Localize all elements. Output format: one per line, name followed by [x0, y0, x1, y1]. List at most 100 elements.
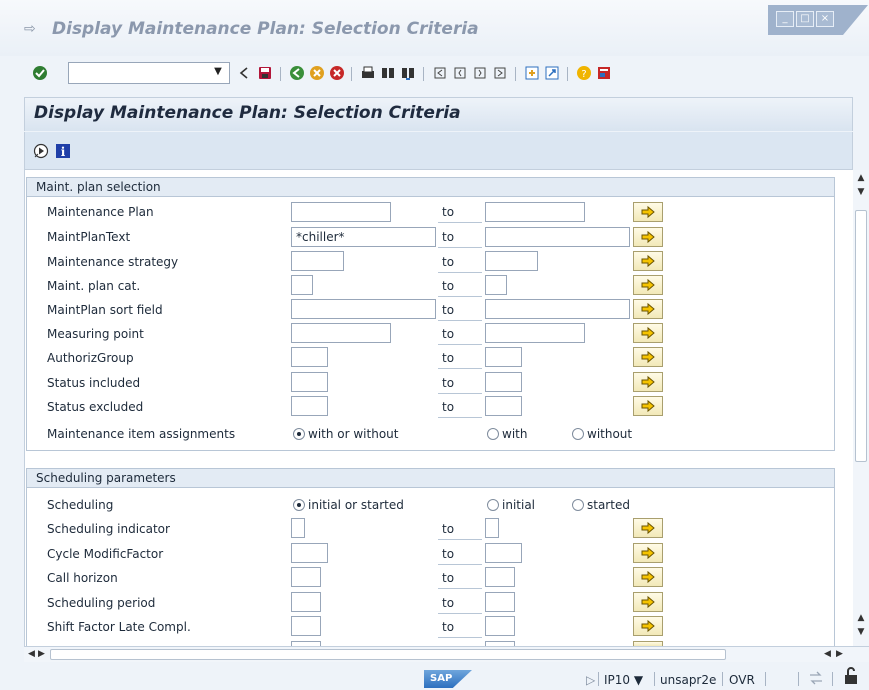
maint-plan-cat-high-input[interactable]	[485, 275, 507, 295]
scheduling-indicator-low-input[interactable]	[291, 518, 305, 538]
exit-icon[interactable]	[309, 65, 325, 81]
maintenance-plan-high-input[interactable]	[485, 202, 585, 222]
scroll-left-icon[interactable]: ◀	[28, 649, 35, 659]
previous-page-icon[interactable]	[452, 65, 468, 81]
first-page-icon[interactable]	[432, 65, 448, 81]
scroll-right-icon[interactable]: ▶	[836, 649, 843, 659]
scroll-up-icon[interactable]: ▲	[856, 174, 866, 183]
multiple-selection-button[interactable]	[633, 567, 663, 587]
status-toggle-icon[interactable]: ▷	[586, 673, 595, 687]
create-session-icon[interactable]	[524, 65, 540, 81]
arrow-right-icon	[641, 302, 655, 316]
multiple-selection-button[interactable]	[633, 616, 663, 636]
multiple-selection-button[interactable]	[633, 251, 663, 271]
execute-icon[interactable]	[33, 143, 49, 159]
radio-started[interactable]: started	[572, 497, 630, 513]
multiple-selection-button[interactable]	[633, 543, 663, 563]
status-included-high-input[interactable]	[485, 372, 522, 392]
maint-plan-text-high-input[interactable]	[485, 227, 630, 247]
multiple-selection-button[interactable]	[633, 347, 663, 367]
scheduling-period-high-input[interactable]	[485, 592, 515, 612]
horizontal-scrollbar[interactable]: ◀ ▶ ◀ ▶	[24, 646, 869, 662]
radio-initial[interactable]: initial	[487, 497, 535, 513]
cancel-icon[interactable]	[329, 65, 345, 81]
measuring-point-high-input[interactable]	[485, 323, 585, 343]
maint-plan-text-low-input[interactable]: *chiller*	[291, 227, 436, 247]
find-icon[interactable]	[380, 65, 396, 81]
cycle-modific-factor-low-input[interactable]	[291, 543, 328, 563]
scheduling-period-low-input[interactable]	[291, 592, 321, 612]
horizontal-scroll-thumb[interactable]	[50, 649, 726, 660]
status-excluded-low-input[interactable]	[291, 396, 328, 416]
insert-mode[interactable]: OVR	[729, 673, 755, 687]
maint-plan-cat-low-input[interactable]	[291, 275, 313, 295]
vertical-scrollbar[interactable]: ▲ ▼ ▲ ▼	[853, 170, 869, 646]
maintenance-plan-low-input[interactable]	[291, 202, 391, 222]
radio-without[interactable]: without	[572, 426, 632, 442]
help-icon[interactable]: ?	[576, 65, 592, 81]
window-menu-icon[interactable]: ⇨	[24, 22, 40, 36]
maint-plan-sort-field-high-input[interactable]	[485, 299, 630, 319]
authoriz-group-high-input[interactable]	[485, 347, 522, 367]
arrow-right-icon	[641, 546, 655, 560]
close-button[interactable]: ×	[816, 11, 834, 27]
to-label: to	[442, 279, 455, 293]
system-info[interactable]: IP10 ▼	[604, 673, 643, 687]
next-page-icon[interactable]	[472, 65, 488, 81]
radio-initial-or-started[interactable]: initial or started	[293, 497, 404, 513]
scroll-right-icon[interactable]: ▶	[38, 649, 45, 659]
shift-factor-late-compl-high-input[interactable]	[485, 616, 515, 636]
command-field[interactable]	[68, 62, 230, 84]
window-title: Display Maintenance Plan: Selection Crit…	[52, 19, 479, 39]
row-label: MaintPlanText	[47, 230, 131, 244]
minimize-button[interactable]: _	[776, 11, 794, 27]
connection-icon[interactable]	[808, 671, 824, 685]
scroll-left-icon[interactable]: ◀	[824, 649, 831, 659]
multiple-selection-button[interactable]	[633, 227, 663, 247]
back-nav-icon[interactable]	[236, 65, 252, 81]
multiple-selection-button[interactable]	[633, 299, 663, 319]
command-history-dropdown[interactable]: ▼	[212, 66, 224, 78]
radio-with[interactable]: with	[487, 426, 527, 442]
cycle-modific-factor-high-input[interactable]	[485, 543, 522, 563]
radio-with-or-without[interactable]: with or without	[293, 426, 398, 442]
maximize-button[interactable]: □	[796, 11, 814, 27]
enter-icon[interactable]	[32, 65, 48, 81]
measuring-point-low-input[interactable]	[291, 323, 391, 343]
row-label: AuthorizGroup	[47, 351, 134, 365]
status-excluded-high-input[interactable]	[485, 396, 522, 416]
scroll-up-icon[interactable]: ▲	[856, 614, 866, 623]
authoriz-group-low-input[interactable]	[291, 347, 328, 367]
scroll-down-icon[interactable]: ▼	[856, 188, 866, 197]
multiple-selection-button[interactable]	[633, 518, 663, 538]
multiple-selection-button[interactable]	[633, 372, 663, 392]
info-icon[interactable]: i	[55, 143, 71, 159]
customize-layout-icon[interactable]	[596, 65, 612, 81]
scheduling-indicator-high-input[interactable]	[485, 518, 499, 538]
vertical-scroll-thumb[interactable]	[855, 210, 867, 462]
call-horizon-low-input[interactable]	[291, 567, 321, 587]
back-icon[interactable]	[289, 65, 305, 81]
multiple-selection-button[interactable]	[633, 323, 663, 343]
arrow-right-icon	[641, 350, 655, 364]
save-icon[interactable]	[257, 65, 273, 81]
last-page-icon[interactable]	[492, 65, 508, 81]
multiple-selection-button[interactable]	[633, 275, 663, 295]
call-horizon-high-input[interactable]	[485, 567, 515, 587]
arrow-right-icon	[641, 326, 655, 340]
to-label: to	[442, 327, 455, 341]
status-included-low-input[interactable]	[291, 372, 328, 392]
find-next-icon[interactable]	[400, 65, 416, 81]
shortcut-icon[interactable]	[544, 65, 560, 81]
multiple-selection-button[interactable]	[633, 202, 663, 222]
lock-icon[interactable]	[843, 667, 859, 685]
multiple-selection-button[interactable]	[633, 396, 663, 416]
maintenance-strategy-low-input[interactable]	[291, 251, 344, 271]
scroll-down-icon[interactable]: ▼	[856, 628, 866, 637]
to-label: to	[442, 547, 455, 561]
maintenance-strategy-high-input[interactable]	[485, 251, 538, 271]
shift-factor-late-compl-low-input[interactable]	[291, 616, 321, 636]
maint-plan-sort-field-low-input[interactable]	[291, 299, 436, 319]
multiple-selection-button[interactable]	[633, 592, 663, 612]
print-icon[interactable]	[360, 65, 376, 81]
